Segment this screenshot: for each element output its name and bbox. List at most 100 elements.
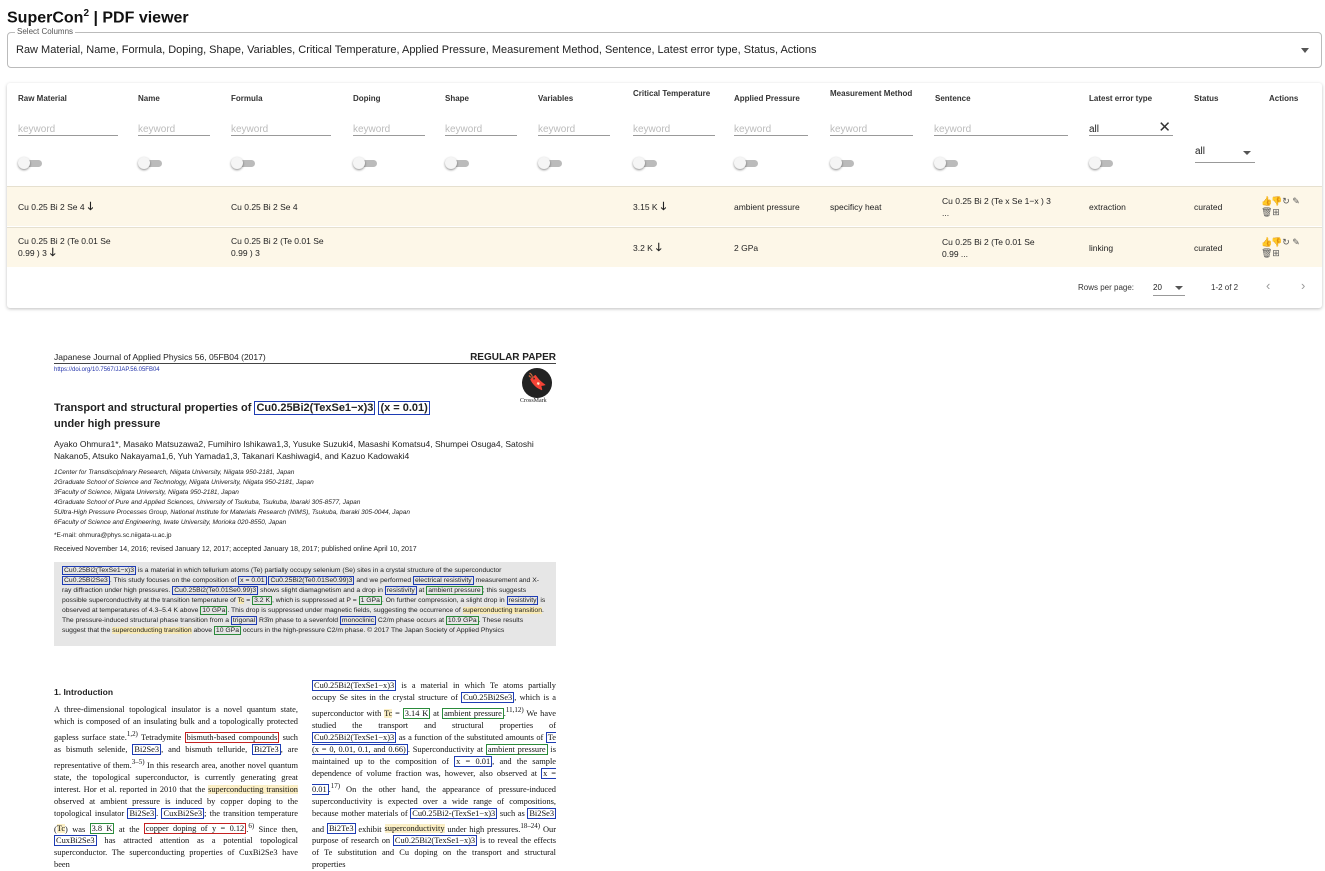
error-type-toggle[interactable]: [1089, 157, 1113, 169]
material-annotation[interactable]: Cu0.25Bi2(TexSe1−x)3: [254, 401, 376, 415]
paper-type: REGULAR PAPER: [470, 352, 556, 363]
columns-select-legend: Select Columns: [15, 27, 76, 36]
add-box-icon[interactable]: ⊞: [1271, 248, 1281, 259]
status-filter-select[interactable]: all: [1195, 146, 1255, 163]
pagination-range: 1-2 of 2: [1211, 283, 1239, 292]
thumb-down-icon[interactable]: 👎: [1271, 196, 1282, 207]
header-actions: Actions: [1269, 94, 1299, 103]
name-filter-input[interactable]: keyword: [138, 116, 210, 136]
columns-select[interactable]: Select Columns Raw Material, Name, Formu…: [7, 27, 1322, 68]
next-page-icon[interactable]: ›: [1301, 278, 1305, 293]
add-box-icon[interactable]: ⊞: [1271, 207, 1281, 218]
header-name[interactable]: Name: [138, 94, 160, 103]
shape-filter-input[interactable]: keyword: [445, 116, 517, 136]
edit-icon[interactable]: ✎: [1291, 196, 1301, 207]
table-row[interactable]: Cu 0.25 Bi 2 (Te 0.01 Se 0.99 ) 3 🡓 Cu 0.2…: [7, 227, 1322, 267]
formula-filter-input[interactable]: keyword: [231, 116, 331, 136]
measurement-method-toggle[interactable]: [830, 157, 854, 169]
header-critical-temperature[interactable]: Critical Temperature: [633, 89, 710, 98]
arrow-down-icon[interactable]: 🡓: [50, 247, 56, 259]
header-latest-error-type[interactable]: Latest error type: [1089, 94, 1152, 103]
applied-pressure-filter-input[interactable]: keyword: [734, 116, 808, 136]
refresh-icon[interactable]: ↻: [1281, 196, 1291, 207]
rows-per-page-select[interactable]: 20: [1153, 278, 1185, 296]
doi-link[interactable]: https://doi.org/10.7567/JJAP.56.05FB04: [54, 367, 160, 373]
formula-cell: Cu 0.25 Bi 2 (Te 0.01 Se 0.99 ) 3: [231, 236, 324, 258]
sentence-filter-input[interactable]: keyword: [934, 116, 1068, 136]
rows-per-page-label: Rows per page:: [1078, 283, 1135, 292]
variables-filter-input[interactable]: keyword: [538, 116, 610, 136]
row-actions: 👍👎↻ ✎ 🗑⊞: [1261, 237, 1311, 259]
authors: Ayako Ohmura1*, Masako Matsuzawa2, Fumih…: [54, 439, 534, 461]
intro-column-left: A three-dimensional topological insulato…: [54, 705, 299, 870]
delete-icon[interactable]: 🗑: [1261, 207, 1272, 218]
refresh-icon[interactable]: ↻: [1281, 237, 1291, 248]
thumb-up-icon[interactable]: 👍: [1261, 196, 1272, 207]
crossmark-label: CrossMark: [520, 398, 547, 404]
header-doping[interactable]: Doping: [353, 94, 381, 103]
thumb-down-icon[interactable]: 👎: [1271, 237, 1282, 248]
status-cell: curated: [1194, 243, 1223, 253]
records-table: Raw Material Name Formula Doping Shape V…: [7, 83, 1322, 308]
shape-toggle[interactable]: [445, 157, 469, 169]
header-raw-material[interactable]: Raw Material: [18, 94, 67, 103]
raw-material-filter-input[interactable]: keyword: [18, 116, 118, 136]
arrow-down-icon[interactable]: 🡓: [88, 201, 94, 213]
rows-per-page-value: 20: [1153, 283, 1162, 292]
row-actions: 👍👎↻ ✎ 🗑⊞: [1261, 196, 1311, 218]
formula-cell: Cu 0.25 Bi 2 Se 4: [231, 202, 298, 212]
abstract: Cu0.25Bi2(TexSe1−x)3 is a material in wh…: [54, 562, 556, 646]
header-measurement-method[interactable]: Measurement Method: [830, 89, 912, 98]
applied-pressure-toggle[interactable]: [734, 157, 758, 169]
received-dates: Received November 14, 2016; revised Janu…: [54, 546, 417, 553]
chevron-down-icon: [1175, 286, 1183, 290]
status-filter-value: all: [1195, 146, 1206, 157]
doping-filter-input[interactable]: keyword: [353, 116, 425, 136]
name-toggle[interactable]: [138, 157, 162, 169]
formula-toggle[interactable]: [231, 157, 255, 169]
chevron-down-icon[interactable]: [1301, 48, 1309, 53]
thumb-up-icon[interactable]: 👍: [1261, 237, 1272, 248]
error-type-cell: extraction: [1089, 202, 1126, 212]
applied-pressure-cell: ambient pressure: [734, 202, 800, 212]
delete-icon[interactable]: 🗑: [1261, 248, 1272, 259]
error-type-filter-value: all: [1089, 124, 1100, 135]
raw-material-toggle[interactable]: [18, 157, 42, 169]
previous-page-icon[interactable]: ‹: [1266, 278, 1270, 293]
error-type-cell: linking: [1089, 243, 1114, 253]
sentence-toggle[interactable]: [934, 157, 958, 169]
doping-toggle[interactable]: [353, 157, 377, 169]
critical-temperature-toggle[interactable]: [633, 157, 657, 169]
arrow-down-icon[interactable]: 🡓: [661, 201, 667, 213]
applied-pressure-cell: 2 GPa: [734, 243, 759, 253]
section-heading: 1. Introduction: [54, 687, 114, 697]
arrow-down-icon[interactable]: 🡓: [656, 242, 662, 254]
header-applied-pressure[interactable]: Applied Pressure: [734, 94, 800, 103]
status-cell: curated: [1194, 202, 1223, 212]
doping-annotation[interactable]: (x = 0.01): [378, 401, 430, 415]
error-type-filter-input[interactable]: all ✕: [1089, 116, 1173, 136]
journal-citation: Japanese Journal of Applied Physics 56, …: [54, 352, 266, 362]
header-formula[interactable]: Formula: [231, 94, 263, 103]
crossmark-icon[interactable]: 🔖: [522, 368, 552, 398]
header-variables[interactable]: Variables: [538, 94, 573, 103]
email: *E-mail: ohmura@phys.sc.niigata-u.ac.jp: [54, 532, 172, 539]
variables-toggle[interactable]: [538, 157, 562, 169]
measurement-method-cell: specificy heat: [830, 202, 882, 212]
chevron-down-icon: [1243, 151, 1251, 155]
critical-temperature-cell: 3.2 K 🡓: [633, 242, 662, 254]
edit-icon[interactable]: ✎: [1291, 237, 1301, 248]
raw-material-cell: Cu 0.25 Bi 2 Se 4 🡓: [18, 201, 94, 213]
measurement-method-filter-input[interactable]: keyword: [830, 116, 913, 136]
header-shape[interactable]: Shape: [445, 94, 469, 103]
header-sentence[interactable]: Sentence: [935, 94, 971, 103]
critical-temperature-cell: 3.15 K 🡓: [633, 201, 667, 213]
table-row[interactable]: Cu 0.25 Bi 2 Se 4 🡓 Cu 0.25 Bi 2 Se 4 3.1…: [7, 186, 1322, 226]
header-status[interactable]: Status: [1194, 94, 1218, 103]
raw-material-cell: Cu 0.25 Bi 2 (Te 0.01 Se 0.99 ) 3 🡓: [18, 236, 111, 259]
clear-icon[interactable]: ✕: [1158, 118, 1171, 136]
sentence-cell: Cu 0.25 Bi 2 (Te 0.01 Se 0.99 ...: [942, 237, 1035, 259]
columns-select-value: Raw Material, Name, Formula, Doping, Sha…: [16, 44, 817, 56]
affiliations: 1Center for Transdisciplinary Research, …: [54, 469, 410, 526]
critical-temperature-filter-input[interactable]: keyword: [633, 116, 715, 136]
